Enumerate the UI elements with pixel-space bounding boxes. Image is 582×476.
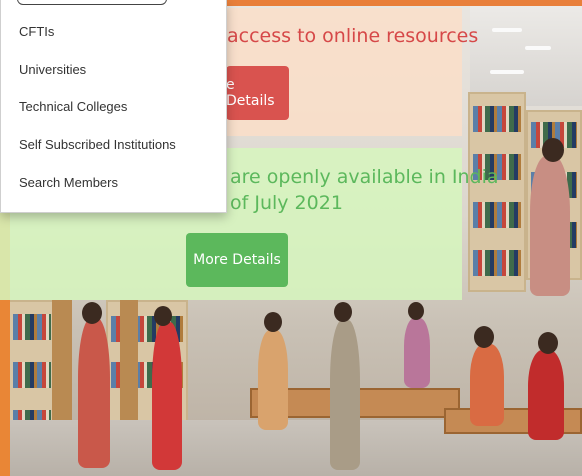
person	[404, 318, 430, 388]
banner-heading-line-1: are openly available in India	[230, 166, 499, 188]
menu-item-cftis[interactable]: CFTIs	[19, 24, 54, 39]
menu-item-technical-colleges[interactable]: Technical Colleges	[19, 99, 127, 114]
more-details-button[interactable]: More Details	[186, 233, 288, 287]
person	[258, 330, 288, 430]
person	[78, 318, 110, 468]
ceiling-light	[490, 70, 524, 74]
ceiling-light	[492, 28, 522, 32]
banner-heading-line-2: of July 2021	[230, 192, 343, 214]
bookshelf	[468, 92, 526, 292]
ceiling-light	[525, 46, 551, 50]
members-dropdown-menu: CFTIs Universities Technical Colleges Se…	[0, 0, 227, 213]
details-button[interactable]: e Details	[226, 66, 289, 120]
person	[330, 320, 360, 470]
dropdown-header-remnant	[17, 0, 167, 5]
menu-item-universities[interactable]: Universities	[19, 62, 86, 77]
person	[530, 156, 570, 296]
ceiling	[470, 6, 582, 106]
menu-item-search-members[interactable]: Search Members	[19, 175, 118, 190]
banner-heading: access to online resources	[227, 25, 479, 47]
menu-item-self-subscribed-institutions[interactable]: Self Subscribed Institutions	[19, 137, 176, 152]
person	[152, 322, 182, 470]
person	[470, 344, 504, 426]
person	[528, 350, 564, 440]
